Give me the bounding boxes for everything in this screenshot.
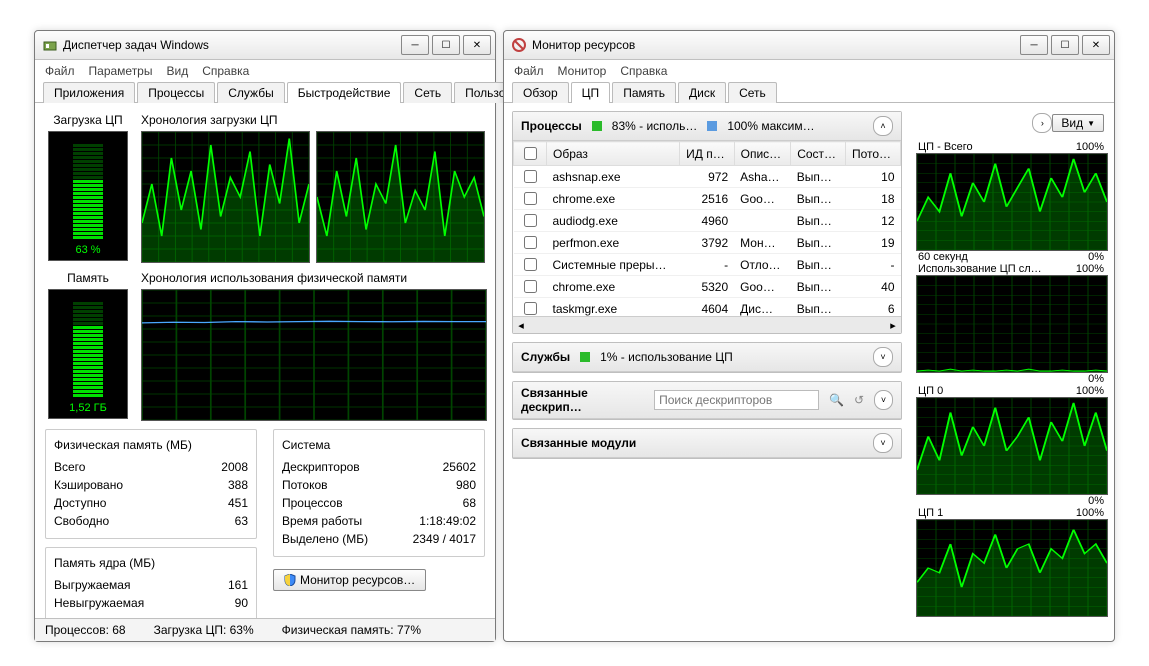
expand-button[interactable]: ˅ [873, 433, 893, 453]
table-row[interactable]: perfmon.exe3792Мон…Вып…19 [514, 232, 901, 254]
menu-file[interactable]: Файл [514, 64, 544, 78]
close-button[interactable]: ✕ [1082, 35, 1110, 55]
collapse-charts-button[interactable]: › [1032, 113, 1052, 133]
table-row[interactable]: chrome.exe5320Goo…Вып…40 [514, 276, 901, 298]
system-group: Система Дескрипторов25602Потоков980Проце… [273, 429, 485, 557]
status-cpu: Загрузка ЦП: 63% [154, 623, 254, 637]
process-table: ОбразИД п…Опис…Сост…Пото… ashsnap.exe972… [513, 141, 901, 316]
minimize-button[interactable]: ─ [1020, 35, 1048, 55]
menu-file[interactable]: Файл [45, 64, 75, 78]
search-icon[interactable]: 🔍 [829, 393, 844, 407]
view-dropdown[interactable]: Вид ▼ [1052, 114, 1104, 132]
rm-title: Монитор ресурсов [532, 38, 1020, 52]
column-header[interactable]: ИД п… [680, 142, 734, 166]
tab-network[interactable]: Сеть [728, 82, 777, 103]
resource-monitor-icon [512, 38, 526, 52]
status-processes: Процессов: 68 [45, 623, 126, 637]
rm-menubar: Файл Монитор Справка [504, 60, 1114, 82]
cpu-history-label: Хронология загрузки ЦП [141, 113, 485, 127]
phys-mem-group: Физическая память (МБ) Всего2008Кэширова… [45, 429, 257, 539]
shield-icon [284, 574, 296, 586]
processes-panel: Процессы 83% - исполь… 100% максим… ˄ Об… [512, 111, 902, 334]
column-header[interactable]: Опис… [734, 142, 791, 166]
rm-titlebar[interactable]: Монитор ресурсов ─ ☐ ✕ [504, 31, 1114, 60]
close-button[interactable]: ✕ [463, 35, 491, 55]
tm-menubar: Файл Параметры Вид Справка [35, 60, 495, 82]
kernel-mem-group: Память ядра (МБ) Выгружаемая161Невыгружа… [45, 547, 257, 621]
task-manager-window: Диспетчер задач Windows ─ ☐ ✕ Файл Парам… [34, 30, 496, 642]
menu-view[interactable]: Вид [166, 64, 188, 78]
resource-monitor-window: Монитор ресурсов ─ ☐ ✕ Файл Монитор Спра… [503, 30, 1115, 642]
minimize-button[interactable]: ─ [401, 35, 429, 55]
processes-title: Процессы [521, 119, 582, 133]
table-row[interactable]: ashsnap.exe972Asha…Вып…10 [514, 166, 901, 188]
menu-monitor[interactable]: Монитор [558, 64, 607, 78]
column-header[interactable]: Сост… [791, 142, 846, 166]
tm-titlebar[interactable]: Диспетчер задач Windows ─ ☐ ✕ [35, 31, 495, 60]
maximize-button[interactable]: ☐ [1051, 35, 1079, 55]
services-panel: Службы 1% - использование ЦП ˅ [512, 342, 902, 373]
mem-gauge: 1,52 ГБ [48, 289, 128, 419]
resource-monitor-button[interactable]: Монитор ресурсов… [273, 569, 426, 591]
mini-chart [916, 275, 1108, 373]
tab-disk[interactable]: Диск [678, 82, 726, 103]
tab-applications[interactable]: Приложения [43, 82, 135, 103]
tab-performance[interactable]: Быстродействие [287, 82, 402, 103]
tab-memory[interactable]: Память [612, 82, 676, 103]
column-header[interactable]: Пото… [845, 142, 900, 166]
handles-panel: Связанные дескрип… 🔍 ↺ ˅ [512, 381, 902, 420]
handles-search-input[interactable] [654, 390, 819, 410]
tm-statusbar: Процессов: 68 Загрузка ЦП: 63% Физическа… [35, 618, 495, 641]
maximize-button[interactable]: ☐ [432, 35, 460, 55]
tab-overview[interactable]: Обзор [512, 82, 569, 103]
clear-icon[interactable]: ↺ [854, 393, 864, 407]
tm-title: Диспетчер задач Windows [63, 38, 401, 52]
table-row[interactable]: Системные преры…-Отло…Вып…- [514, 254, 901, 276]
mem-gauge-label: Память [67, 271, 109, 285]
mem-gauge-value: 1,52 ГБ [69, 402, 107, 414]
mini-chart [916, 397, 1108, 495]
table-row[interactable]: chrome.exe2516Goo…Вып…18 [514, 188, 901, 210]
cpu-history-chart-1 [141, 131, 310, 263]
menu-help[interactable]: Справка [620, 64, 667, 78]
tm-content: Загрузка ЦП 63 % Хронология загрузки ЦП … [35, 103, 495, 631]
mini-chart [916, 519, 1108, 617]
select-all-checkbox[interactable] [524, 147, 537, 160]
cpu-gauge-label: Загрузка ЦП [53, 113, 122, 127]
tab-services[interactable]: Службы [217, 82, 284, 103]
tab-network[interactable]: Сеть [403, 82, 452, 103]
cpu-gauge: 63 % [48, 131, 128, 261]
expand-button[interactable]: ˅ [874, 390, 893, 410]
mem-history-label: Хронология использования физической памя… [141, 271, 485, 285]
legend-blue-icon [707, 121, 717, 131]
cpu-gauge-value: 63 % [75, 244, 100, 256]
table-row[interactable]: taskmgr.exe4604Дис…Вып…6 [514, 298, 901, 317]
horizontal-scrollbar[interactable]: ◂▸ [513, 316, 901, 333]
menu-options[interactable]: Параметры [89, 64, 153, 78]
status-mem: Физическая память: 77% [282, 623, 421, 637]
rm-tabs: Обзор ЦП Память Диск Сеть [504, 82, 1114, 103]
expand-button[interactable]: ˅ [873, 347, 893, 367]
task-manager-icon [43, 38, 57, 52]
tm-tabs: Приложения Процессы Службы Быстродействи… [35, 82, 495, 103]
table-row[interactable]: audiodg.exe4960Вып…12 [514, 210, 901, 232]
cpu-history-chart-2 [316, 131, 485, 263]
chevron-down-icon: ▼ [1087, 119, 1095, 128]
tab-processes[interactable]: Процессы [137, 82, 215, 103]
tab-cpu[interactable]: ЦП [571, 82, 611, 103]
mem-history-chart [141, 289, 487, 421]
column-header[interactable]: Образ [547, 142, 680, 166]
menu-help[interactable]: Справка [202, 64, 249, 78]
collapse-button[interactable]: ˄ [873, 116, 893, 136]
legend-green-icon [580, 352, 590, 362]
mini-chart [916, 153, 1108, 251]
modules-panel: Связанные модули ˅ [512, 428, 902, 459]
legend-green-icon [592, 121, 602, 131]
